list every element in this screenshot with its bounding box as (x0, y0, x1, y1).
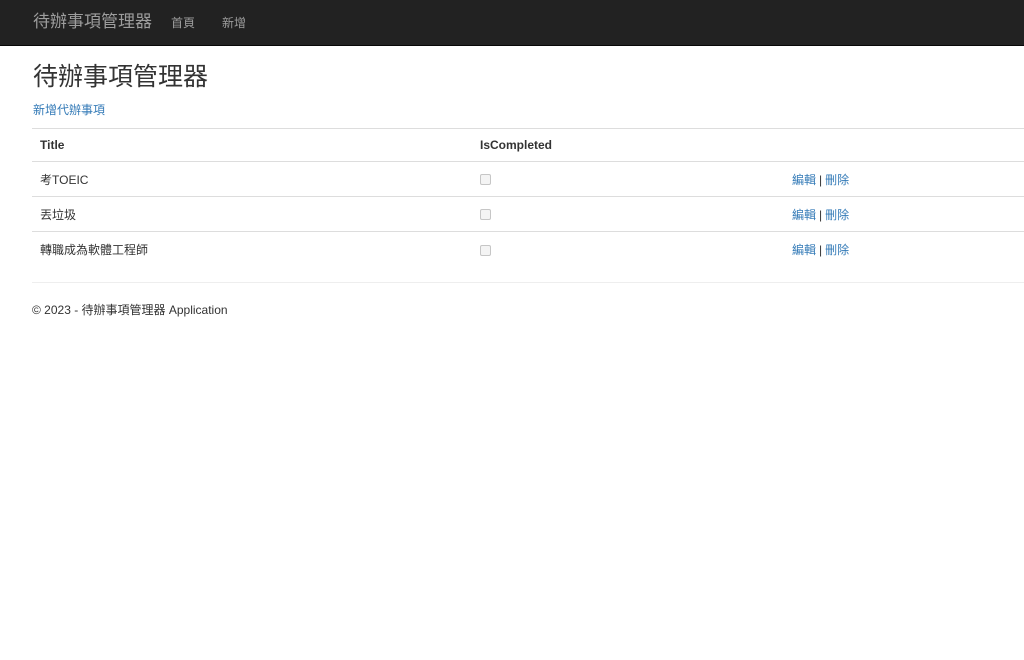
column-header-iscompleted: IsCompleted (472, 128, 784, 162)
delete-link[interactable]: 刪除 (825, 208, 849, 222)
table-row: 考TOEIC 編輯 | 刪除 (32, 161, 1024, 197)
action-separator: | (819, 172, 823, 187)
completed-cell (472, 231, 784, 267)
completed-cell (472, 196, 784, 232)
actions-cell: 編輯 | 刪除 (784, 161, 1024, 197)
create-new-todo-link[interactable]: 新增代辦事項 (33, 102, 105, 118)
page-title: 待辦事項管理器 (33, 63, 209, 91)
footer-text: © 2023 - 待辦事項管理器 Application (32, 303, 228, 317)
actions-cell: 編輯 | 刪除 (784, 196, 1024, 232)
nav-home-link[interactable]: 首頁 (171, 15, 195, 31)
todo-title-cell: 丟垃圾 (32, 196, 472, 232)
table-header-row: Title IsCompleted (32, 128, 1024, 162)
top-navbar: 待辦事項管理器 首頁 新增 (0, 0, 1024, 46)
edit-link[interactable]: 編輯 (792, 208, 816, 222)
footer-divider (32, 282, 1024, 283)
todo-table: Title IsCompleted 考TOEIC 編輯 | 刪除 丟垃圾 編輯 | 刪除… (32, 128, 1024, 267)
todo-title-cell: 轉職成為軟體工程師 (32, 231, 472, 267)
todo-title-cell: 考TOEIC (32, 161, 472, 197)
completed-checkbox (480, 209, 491, 221)
table-row: 轉職成為軟體工程師 編輯 | 刪除 (32, 231, 1024, 267)
action-separator: | (819, 242, 823, 257)
column-header-actions (784, 128, 1024, 162)
completed-checkbox (480, 244, 491, 256)
action-separator: | (819, 207, 823, 222)
actions-cell: 編輯 | 刪除 (784, 231, 1024, 267)
column-header-title: Title (32, 128, 472, 162)
nav-create-link[interactable]: 新增 (222, 15, 246, 31)
delete-link[interactable]: 刪除 (825, 173, 849, 187)
completed-checkbox (480, 174, 491, 186)
completed-cell (472, 161, 784, 197)
brand-link[interactable]: 待辦事項管理器 (33, 12, 152, 32)
table-row: 丟垃圾 編輯 | 刪除 (32, 196, 1024, 232)
edit-link[interactable]: 編輯 (792, 243, 816, 257)
delete-link[interactable]: 刪除 (825, 243, 849, 257)
edit-link[interactable]: 編輯 (792, 173, 816, 187)
